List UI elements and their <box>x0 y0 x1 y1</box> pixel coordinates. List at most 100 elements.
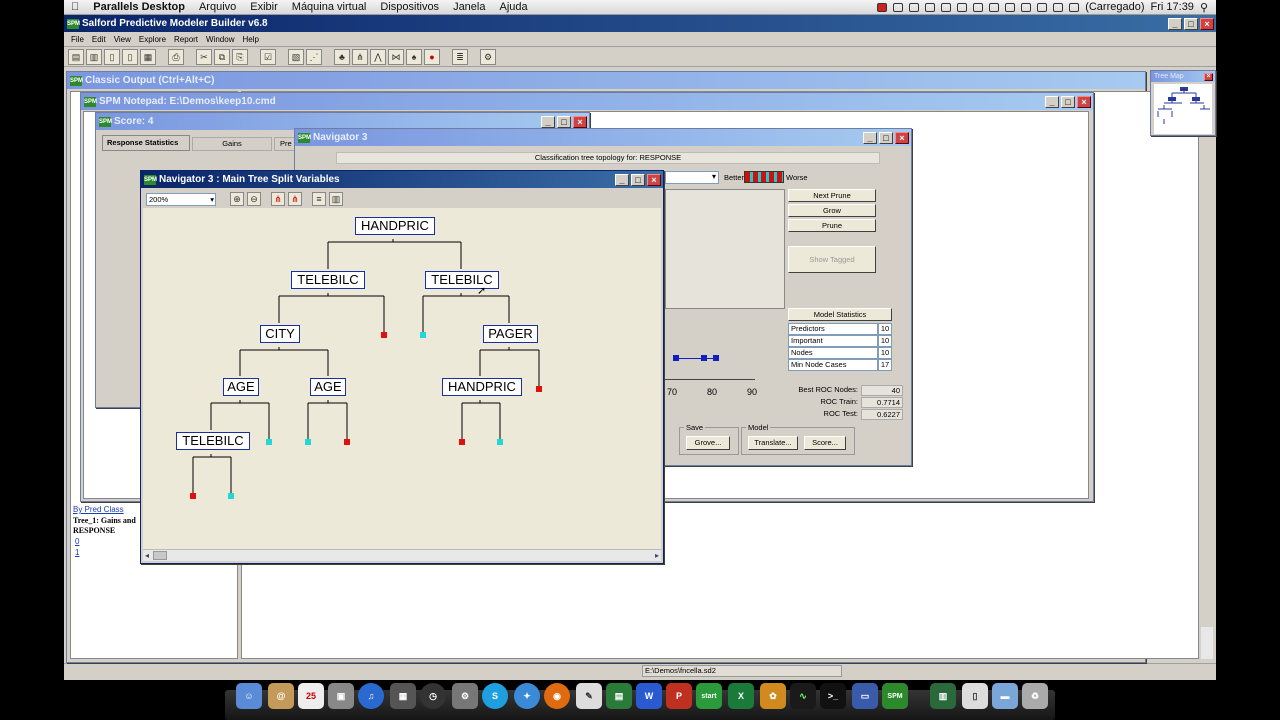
maximize-button[interactable]: □ <box>1184 17 1198 30</box>
tree-hscrollbar[interactable]: ◂ ▸ <box>143 549 661 561</box>
safari-icon[interactable]: ✦ <box>514 683 540 709</box>
stop-icon[interactable]: ● <box>424 48 440 65</box>
list-icon[interactable]: ≡ <box>312 192 326 206</box>
menu-view[interactable]: View <box>110 35 135 44</box>
treenet-icon[interactable]: ⋈ <box>388 48 404 65</box>
mac-menu-arquivo[interactable]: Arquivo <box>192 1 243 13</box>
mac-menu-janela[interactable]: Janela <box>446 1 492 13</box>
windows-start-icon[interactable]: start <box>696 683 722 709</box>
tree-icon[interactable]: ⋔ <box>352 48 368 65</box>
chart-icon[interactable]: ▧ <box>288 48 304 65</box>
next-prune-button[interactable]: Next Prune <box>788 189 876 202</box>
navigator3-close-button[interactable]: × <box>895 131 909 144</box>
score-minimize-button[interactable]: _ <box>541 115 555 128</box>
textedit-icon[interactable]: ✎ <box>576 683 602 709</box>
navigator3-minimize-button[interactable]: _ <box>863 131 877 144</box>
itunes-icon[interactable]: ♫ <box>358 683 384 709</box>
scroll-right-icon[interactable]: ▸ <box>655 551 659 560</box>
scatter-icon[interactable]: ⋰ <box>306 48 322 65</box>
battery-icon[interactable] <box>1069 2 1080 12</box>
zoom-select[interactable]: 200% ▾ <box>146 192 216 206</box>
report-icon[interactable]: ≣ <box>452 48 468 65</box>
check-icon[interactable]: ☑ <box>260 48 276 65</box>
tree-node-telebilc-lower[interactable]: TELEBILC <box>176 432 250 450</box>
tray-icon-7[interactable] <box>989 2 1000 12</box>
tree-map-preview[interactable] <box>1154 84 1212 134</box>
tray-icon-2[interactable] <box>909 2 920 12</box>
bluetooth-icon[interactable] <box>1037 2 1048 12</box>
tree-map-titlebar[interactable]: Tree Map × <box>1151 71 1215 82</box>
skype-icon[interactable]: S <box>482 683 508 709</box>
tree-color-icon[interactable]: ⋔ <box>271 192 285 206</box>
tree-node-left[interactable]: TELEBILC <box>291 271 365 289</box>
mac-menu-ajuda[interactable]: Ajuda <box>492 1 534 13</box>
flower-app-icon[interactable]: ✿ <box>760 683 786 709</box>
table-icon[interactable]: ▥ <box>329 192 343 206</box>
tray-icon-8[interactable] <box>1005 2 1016 12</box>
paste-icon[interactable]: ⎘ <box>232 48 248 65</box>
terminal-icon[interactable]: >_ <box>820 683 846 709</box>
model-icon[interactable]: ♣ <box>334 48 350 65</box>
print-icon[interactable]: ⎙ <box>168 48 184 65</box>
tray-icon-6[interactable] <box>973 2 984 12</box>
clock[interactable]: Fri 17:39 <box>1151 1 1194 13</box>
app-titlebar[interactable]: SPM Salford Predictive Modeler Builder v… <box>64 15 1216 32</box>
tree-node-age-right[interactable]: AGE <box>310 378 346 396</box>
cut-icon[interactable]: ✂ <box>196 48 212 65</box>
notepad-titlebar[interactable]: SPM SPM Notepad: E:\Demos\keep10.cmd _ □… <box>81 93 1093 110</box>
terminal-node-red[interactable] <box>459 439 465 445</box>
score-button[interactable]: Score... <box>804 436 846 450</box>
main-tree-close-button[interactable]: × <box>647 173 661 186</box>
terminal-node-cyan[interactable] <box>266 439 272 445</box>
options-icon[interactable]: ⚙ <box>480 48 496 65</box>
time-machine-icon[interactable]: ◷ <box>420 683 446 709</box>
classic-output-titlebar[interactable]: SPM Classic Output (Ctrl+Alt+C) <box>67 72 1145 89</box>
terminal-node-cyan[interactable] <box>305 439 311 445</box>
tree-node-city[interactable]: CITY <box>260 325 300 343</box>
grid-icon[interactable]: ▦ <box>140 48 156 65</box>
classic-output-v1[interactable]: 1 <box>75 548 79 557</box>
disk-icon[interactable]: ▭ <box>852 683 878 709</box>
powerpoint-icon[interactable]: P <box>666 683 692 709</box>
word-icon[interactable]: W <box>636 683 662 709</box>
numbers-icon[interactable]: ▤ <box>606 683 632 709</box>
tree-map-close-button[interactable]: × <box>1204 72 1213 81</box>
activity-monitor-icon[interactable]: ∿ <box>790 683 816 709</box>
forest-icon[interactable]: ♠ <box>406 48 422 65</box>
menu-edit[interactable]: Edit <box>88 35 110 44</box>
menu-help[interactable]: Help <box>238 35 262 44</box>
tree-detail-icon[interactable]: ⋔ <box>288 192 302 206</box>
mars-icon[interactable]: ⋀ <box>370 48 386 65</box>
tree-node-root[interactable]: HANDPRIC <box>355 217 435 235</box>
copy-icon[interactable]: ⧉ <box>214 48 230 65</box>
prune-button[interactable]: Prune <box>788 219 876 232</box>
tree-node-pager[interactable]: PAGER <box>483 325 538 343</box>
tree-node-right[interactable]: TELEBILC <box>425 271 499 289</box>
menu-report[interactable]: Report <box>170 35 202 44</box>
navigator3-dropdown[interactable]: ▾ <box>665 171 719 184</box>
tray-icon-5[interactable] <box>957 2 968 12</box>
score-close-button[interactable]: × <box>573 115 587 128</box>
terminal-node-cyan[interactable] <box>420 332 426 338</box>
parallels-tray-icon[interactable] <box>877 2 888 12</box>
mac-menu-exibir[interactable]: Exibir <box>243 1 285 13</box>
tray-icon-1[interactable] <box>893 2 904 12</box>
preview-icon[interactable]: ▣ <box>328 683 354 709</box>
tray-icon-3[interactable] <box>925 2 936 12</box>
tab-gains[interactable]: Gains <box>192 137 272 151</box>
zoom-out-icon[interactable]: ⊖ <box>247 192 261 206</box>
score-maximize-button[interactable]: □ <box>557 115 571 128</box>
mac-menu-dispositivos[interactable]: Dispositivos <box>373 1 446 13</box>
dashboard-icon[interactable]: ▦ <box>390 683 416 709</box>
downloads-folder-icon[interactable]: ▬ <box>992 683 1018 709</box>
zoom-in-icon[interactable]: ⊕ <box>230 192 244 206</box>
system-preferences-icon[interactable]: ⚙ <box>452 683 478 709</box>
notepad-minimize-button[interactable]: _ <box>1045 95 1059 108</box>
main-tree-maximize-button[interactable]: □ <box>631 173 645 186</box>
trash-icon[interactable]: ♻ <box>1022 683 1048 709</box>
spm-dock-icon[interactable]: SPM <box>882 683 908 709</box>
open-icon[interactable]: ▤ <box>68 48 84 65</box>
minimize-button[interactable]: _ <box>1168 17 1182 30</box>
tray-icon-4[interactable] <box>941 2 952 12</box>
document-icon[interactable]: ▯ <box>962 683 988 709</box>
